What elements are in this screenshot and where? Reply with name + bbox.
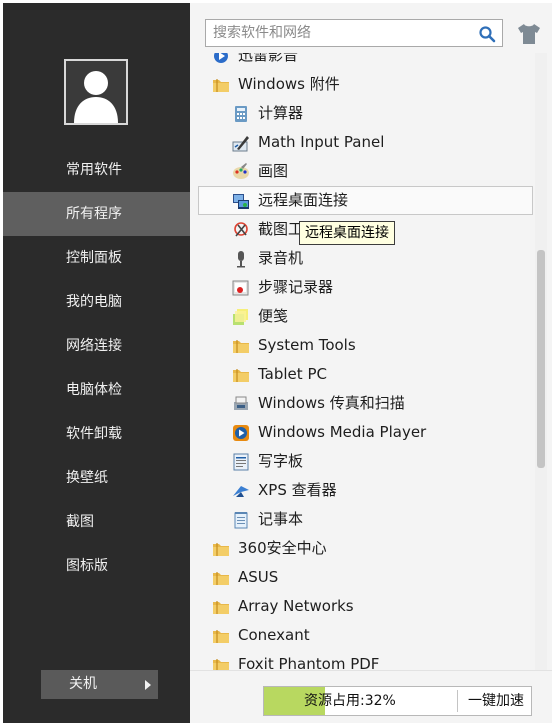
program-label: 迅雷影音 <box>238 53 299 64</box>
folder-icon <box>233 369 249 382</box>
program-label: Math Input Panel <box>258 133 385 151</box>
xps-viewer-icon <box>233 486 249 497</box>
program-label: 记事本 <box>258 510 304 528</box>
program-label: Array Networks <box>238 597 354 615</box>
program-label: Windows 传真和扫描 <box>258 394 405 412</box>
sidebar-item[interactable]: 换壁纸 <box>3 456 190 500</box>
program-item[interactable]: Windows 附件 <box>198 70 533 99</box>
sidebar: 常用软件 所有程序 控制面板 我的电脑 网络连接 电脑体检 软件卸载 换壁纸 截图 图标版 关机 <box>3 3 190 723</box>
sidebar-item[interactable]: 我的电脑 <box>3 280 190 324</box>
wordpad-icon <box>233 453 249 471</box>
sticky-notes-icon <box>233 309 248 325</box>
microphone-icon <box>237 251 245 268</box>
folder-icon <box>213 572 229 585</box>
shutdown-label: 关机 <box>69 676 97 692</box>
avatar[interactable] <box>64 59 128 125</box>
search-box <box>205 19 503 47</box>
program-item[interactable]: Windows 传真和扫描 <box>198 389 533 418</box>
media-player-icon <box>233 425 249 441</box>
program-item[interactable]: Windows Media Player <box>198 418 533 447</box>
program-label: Windows Media Player <box>258 423 427 441</box>
program-label: 写字板 <box>258 452 304 470</box>
program-item[interactable]: 迅雷影音 <box>198 53 533 70</box>
sidebar-item[interactable]: 图标版 <box>3 544 190 588</box>
scrollbar[interactable] <box>535 53 547 670</box>
notepad-icon <box>234 512 248 529</box>
snipping-tool-icon <box>234 222 248 237</box>
search-input[interactable] <box>206 20 476 46</box>
program-label: 录音机 <box>258 249 304 267</box>
program-label: 画图 <box>258 162 289 180</box>
program-item[interactable]: 写字板 <box>198 447 533 476</box>
sidebar-item[interactable]: 常用软件 <box>3 148 190 192</box>
program-item[interactable]: Foxit Phantom PDF <box>198 650 533 670</box>
sidebar-item[interactable]: 控制面板 <box>3 236 190 280</box>
calculator-icon <box>235 106 247 122</box>
speedup-button[interactable]: 一键加速 <box>461 687 531 715</box>
program-label: 计算器 <box>258 104 304 122</box>
program-item[interactable]: 步骤记录器 <box>198 273 533 302</box>
folder-icon <box>213 601 229 614</box>
program-item[interactable]: ASUS <box>198 563 533 592</box>
program-label: Windows 附件 <box>238 75 340 93</box>
program-item[interactable]: Tablet PC <box>198 360 533 389</box>
program-item[interactable]: 远程桌面连接 <box>198 186 533 215</box>
tshirt-skin-icon[interactable] <box>517 23 541 45</box>
folder-icon <box>213 659 229 670</box>
shutdown-arrow-icon[interactable] <box>145 680 151 690</box>
programs-panel: 迅雷影音 Windows 附件计算器 Math Input Panel 画图远程桌面连… <box>190 3 552 723</box>
program-item[interactable]: Math Input Panel <box>198 128 533 157</box>
scrollbar-thumb[interactable] <box>537 250 545 468</box>
program-label: 便笺 <box>258 307 289 325</box>
sidebar-item[interactable]: 网络连接 <box>3 324 190 368</box>
program-label: XPS 查看器 <box>258 481 337 499</box>
program-item[interactable]: 录音机 <box>198 244 533 273</box>
folder-icon <box>213 630 229 643</box>
resource-usage-bar: 资源占用:32% 一键加速 <box>263 686 532 716</box>
sidebar-item[interactable]: 电脑体检 <box>3 368 190 412</box>
status-bar: 资源占用:32% 一键加速 <box>190 670 552 723</box>
search-icon[interactable] <box>478 25 496 43</box>
program-list: 迅雷影音 Windows 附件计算器 Math Input Panel 画图远程桌面连… <box>198 53 533 670</box>
resource-usage-label: 资源占用:32% <box>304 693 396 709</box>
program-label: 步骤记录器 <box>258 278 334 296</box>
program-item[interactable]: 计算器 <box>198 99 533 128</box>
program-item[interactable]: 便笺 <box>198 302 533 331</box>
program-label: Foxit Phantom PDF <box>238 655 380 670</box>
remote-desktop-icon <box>233 194 249 209</box>
program-item[interactable]: XPS 查看器 <box>198 476 533 505</box>
program-label: ASUS <box>238 568 279 586</box>
shutdown-button[interactable]: 关机 <box>41 670 158 699</box>
sidebar-item[interactable]: 软件卸载 <box>3 412 190 456</box>
paint-palette-icon <box>233 163 249 179</box>
sidebar-item[interactable]: 所有程序 <box>3 192 190 236</box>
program-label: 360安全中心 <box>238 539 327 557</box>
media-icon <box>214 53 228 63</box>
program-item[interactable]: Array Networks <box>198 592 533 621</box>
fax-scanner-icon <box>234 396 248 410</box>
program-item[interactable]: System Tools <box>198 331 533 360</box>
folder-icon <box>213 79 229 92</box>
program-item[interactable]: 画图 <box>198 157 533 186</box>
program-label: Conexant <box>238 626 310 644</box>
program-item[interactable]: 记事本 <box>198 505 533 534</box>
user-icon <box>74 71 118 123</box>
folder-icon <box>233 340 249 353</box>
program-label: Tablet PC <box>258 365 327 383</box>
divider <box>457 690 458 712</box>
program-item[interactable]: Conexant <box>198 621 533 650</box>
tooltip: 远程桌面连接 <box>299 221 395 245</box>
program-item[interactable]: 360安全中心 <box>198 534 533 563</box>
sidebar-item[interactable]: 截图 <box>3 500 190 544</box>
steps-recorder-icon <box>232 280 249 296</box>
program-label: System Tools <box>258 336 356 354</box>
program-label: 远程桌面连接 <box>258 191 349 209</box>
folder-icon <box>213 543 229 556</box>
math-pen-icon <box>232 136 249 152</box>
sidebar-nav: 常用软件 所有程序 控制面板 我的电脑 网络连接 电脑体检 软件卸载 换壁纸 截图 图标版 <box>3 148 190 588</box>
